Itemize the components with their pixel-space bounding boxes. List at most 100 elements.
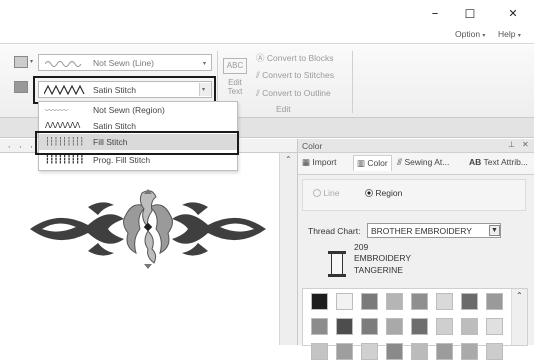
- color-swatch[interactable]: [336, 343, 353, 360]
- pin-icon[interactable]: ⊥: [508, 140, 515, 149]
- blocks-icon: Ⓐ: [256, 54, 265, 64]
- thread-chart-label: Thread Chart:: [308, 226, 361, 236]
- line-region-group: Line Region: [302, 179, 526, 211]
- color-swatch[interactable]: [336, 293, 353, 310]
- color-swatch[interactable]: [336, 318, 353, 335]
- color-panel-body: Line Region Thread Chart: BROTHER EMBROI…: [298, 175, 534, 360]
- color-panel: Color ⊥ ✕ ▦ Import ▥ Color ⫻ Sewing At..…: [297, 139, 534, 360]
- minimize-button[interactable]: –: [423, 4, 447, 24]
- sewing-attribute-icon: ⫻: [397, 157, 403, 167]
- tab-color[interactable]: ▥ Color: [353, 155, 392, 171]
- color-panel-tabs: ▦ Import ▥ Color ⫻ Sewing At... AB Text …: [298, 153, 534, 175]
- convert-to-blocks-button[interactable]: Ⓐ Convert to Blocks: [256, 52, 334, 64]
- swatch-scrollbar[interactable]: ⌃: [511, 289, 527, 345]
- option-menu[interactable]: Option ▾: [455, 29, 485, 39]
- color-swatch[interactable]: [461, 318, 478, 335]
- dropdown-item-satin-stitch[interactable]: ΛΛΛΛΛΛΛ Satin Stitch: [39, 118, 237, 130]
- maximize-button[interactable]: ☐: [458, 4, 482, 24]
- design-canvas[interactable]: [0, 153, 279, 345]
- line-sew-type-value: Not Sewn (Line): [93, 58, 154, 68]
- region-radio[interactable]: Region: [365, 188, 402, 198]
- option-menu-label: Option: [455, 29, 481, 39]
- color-swatch[interactable]: [386, 293, 403, 310]
- chevron-down-icon: ▾: [517, 33, 521, 39]
- color-swatch[interactable]: [386, 343, 403, 360]
- color-swatch[interactable]: [361, 293, 378, 310]
- radio-selected-icon: [365, 189, 373, 197]
- thread-code: 209: [354, 242, 369, 252]
- color-panel-title: Color: [302, 141, 323, 151]
- help-menu-label: Help: [498, 29, 516, 39]
- satin-stitch-icon: ΛΛΛΛΛΛΛ: [45, 121, 80, 130]
- help-menu[interactable]: Help ▾: [498, 29, 521, 39]
- prog-fill-stitch-icon: ┇┇┇┇┇┇┇┇┇: [45, 155, 84, 164]
- dropdown-item-label: Satin Stitch: [93, 121, 136, 130]
- color-swatch[interactable]: [436, 318, 453, 335]
- color-swatch[interactable]: [386, 318, 403, 335]
- line-radio[interactable]: Line: [313, 188, 339, 198]
- vertical-scrollbar[interactable]: ⌃: [279, 153, 297, 345]
- color-swatch[interactable]: [486, 293, 503, 310]
- color-swatch[interactable]: [411, 343, 428, 360]
- color-swatch[interactable]: [411, 293, 428, 310]
- edit-text-button[interactable]: ABC Edit Text: [222, 54, 248, 104]
- color-swatch[interactable]: [311, 318, 328, 335]
- dropdown-item-label: Not Sewn (Region): [93, 105, 165, 115]
- dropdown-item-not-sewn-region[interactable]: 〰〰〰 Not Sewn (Region): [39, 102, 237, 118]
- tab-import[interactable]: ▦ Import: [302, 157, 337, 168]
- thread-brand: EMBROIDERY: [354, 253, 411, 263]
- region-radio-label: Region: [375, 188, 403, 198]
- tab-text-attributes-label: Text Attrib...: [483, 157, 528, 167]
- convert-to-outline-label: Convert to Outline: [262, 88, 331, 98]
- color-swatch[interactable]: [486, 343, 503, 360]
- tab-sewing-attributes-label: Sewing At...: [404, 157, 450, 167]
- color-swatch[interactable]: [461, 343, 478, 360]
- menu-row: Option ▾ Help ▾: [0, 27, 534, 44]
- dropdown-item-label: Prog. Fill Stitch: [93, 155, 151, 165]
- color-swatch[interactable]: [461, 293, 478, 310]
- color-swatch[interactable]: [436, 343, 453, 360]
- tab-color-label: Color: [367, 158, 388, 168]
- scroll-up-arrow-icon[interactable]: ⌃: [516, 291, 523, 300]
- stitches-icon: ⫽: [256, 71, 260, 81]
- text-attribute-icon: AB: [469, 157, 482, 167]
- line-color-icon[interactable]: [14, 56, 28, 68]
- color-swatch[interactable]: [361, 343, 378, 360]
- thread-chart-value: BROTHER EMBROIDERY: [371, 226, 472, 236]
- highlight-frame-region-dropdown: [33, 76, 216, 104]
- thread-chart-dropdown[interactable]: BROTHER EMBROIDERY ▼: [367, 223, 501, 238]
- tab-text-attributes[interactable]: AB Text Attrib...: [469, 157, 528, 167]
- color-swatch[interactable]: [361, 318, 378, 335]
- wave-stitch-icon: [45, 61, 82, 67]
- convert-to-blocks-label: Convert to Blocks: [266, 53, 334, 63]
- convert-to-outline-button[interactable]: ⫽ Convert to Outline: [256, 88, 331, 99]
- edit-text-label-1: Edit: [228, 78, 242, 87]
- chevron-down-icon: ▾: [30, 59, 34, 65]
- color-swatch-grid: [302, 288, 528, 360]
- line-radio-label: Line: [323, 188, 340, 198]
- chevron-down-icon: ▾: [203, 61, 207, 67]
- color-swatch[interactable]: [311, 343, 328, 360]
- thread-spool-icon: [328, 251, 346, 277]
- color-swatch[interactable]: [486, 318, 503, 335]
- convert-to-stitches-label: Convert to Stitches: [262, 70, 334, 80]
- close-icon[interactable]: ✕: [522, 140, 529, 149]
- not-sewn-region-icon: 〰〰〰: [45, 106, 68, 115]
- abc-icon: ABC: [223, 58, 247, 74]
- tab-sewing-attributes[interactable]: ⫻ Sewing At...: [397, 157, 449, 168]
- color-swatch[interactable]: [411, 318, 428, 335]
- highlight-frame-fill-stitch: [35, 131, 239, 155]
- convert-to-stitches-button[interactable]: ⫽ Convert to Stitches: [256, 70, 334, 81]
- close-button[interactable]: ✕: [501, 4, 525, 24]
- embroidery-design[interactable]: [28, 189, 268, 269]
- color-tab-icon: ▥: [357, 158, 366, 168]
- region-color-icon[interactable]: [14, 81, 28, 93]
- color-swatch[interactable]: [311, 293, 328, 310]
- outline-icon: ⫽: [256, 89, 260, 99]
- line-sew-type-dropdown[interactable]: Not Sewn (Line) ▾: [38, 54, 212, 71]
- ribbon-separator: [352, 51, 353, 113]
- chevron-down-icon[interactable]: ▼: [489, 225, 500, 236]
- edit-group-label: Edit: [276, 104, 291, 114]
- scroll-up-arrow-icon[interactable]: ⌃: [285, 155, 292, 164]
- color-swatch[interactable]: [436, 293, 453, 310]
